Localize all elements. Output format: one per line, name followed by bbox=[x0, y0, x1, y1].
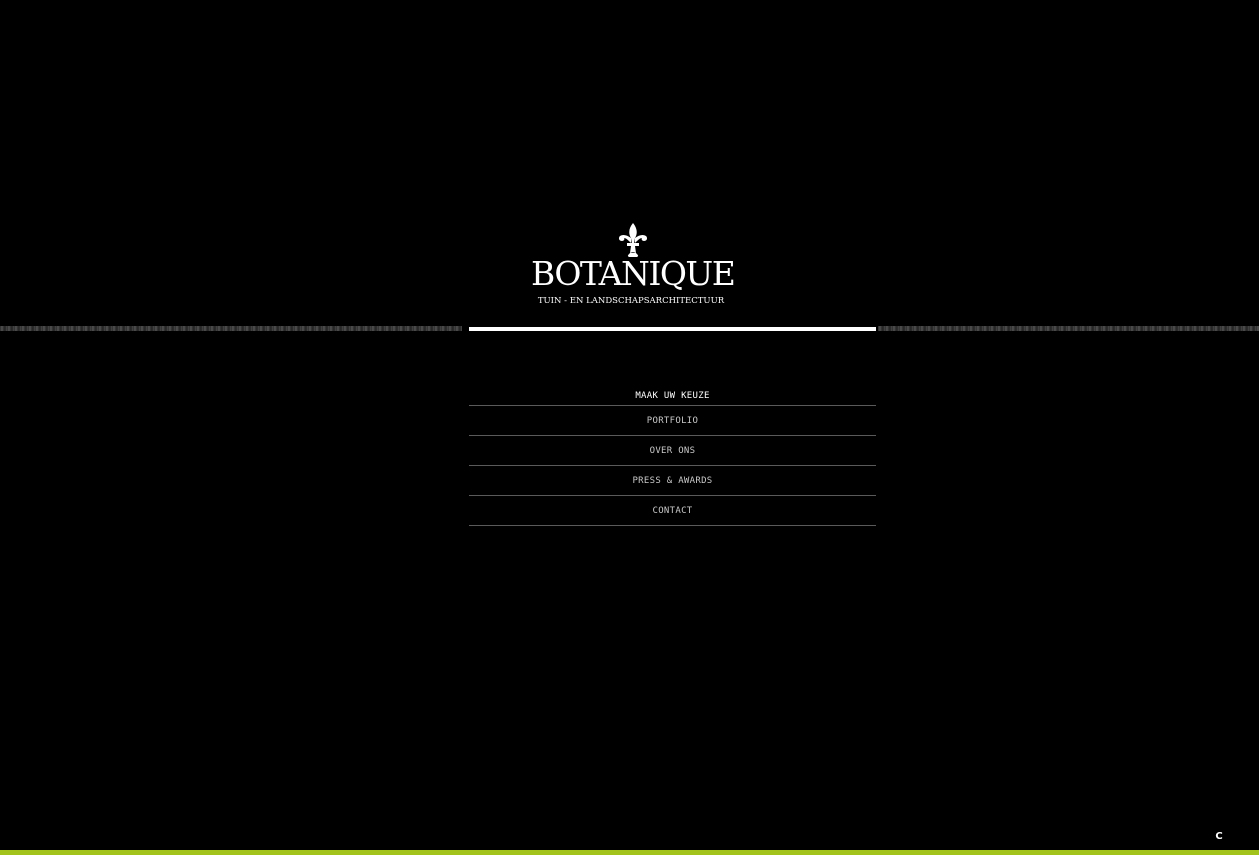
landing-page: BOTANIQUE TUIN - EN LANDSCHAPSARCHITECTU… bbox=[0, 0, 1259, 855]
menu-item-contact[interactable]: CONTACT bbox=[469, 496, 876, 526]
main-menu: MAAK UW KEUZE PORTFOLIO OVER ONS PRESS &… bbox=[469, 388, 876, 526]
footer-accent-bar bbox=[0, 850, 1259, 855]
menu-item-portfolio[interactable]: PORTFOLIO bbox=[469, 406, 876, 436]
brand-name: BOTANIQUE bbox=[531, 254, 736, 293]
brand-logo[interactable]: BOTANIQUE bbox=[531, 254, 736, 294]
header-divider-center bbox=[469, 327, 876, 331]
brand-tagline: TUIN - EN LANDSCHAPSARCHITECTUUR bbox=[537, 296, 725, 306]
header-divider-left bbox=[0, 326, 462, 331]
menu-title: MAAK UW KEUZE bbox=[469, 388, 876, 406]
menu-item-over-ons[interactable]: OVER ONS bbox=[469, 436, 876, 466]
header-divider-right bbox=[878, 326, 1259, 331]
fleur-de-lis-icon bbox=[615, 222, 651, 258]
menu-item-press-awards[interactable]: PRESS & AWARDS bbox=[469, 466, 876, 496]
c-logo-icon[interactable]: C bbox=[1213, 831, 1225, 843]
